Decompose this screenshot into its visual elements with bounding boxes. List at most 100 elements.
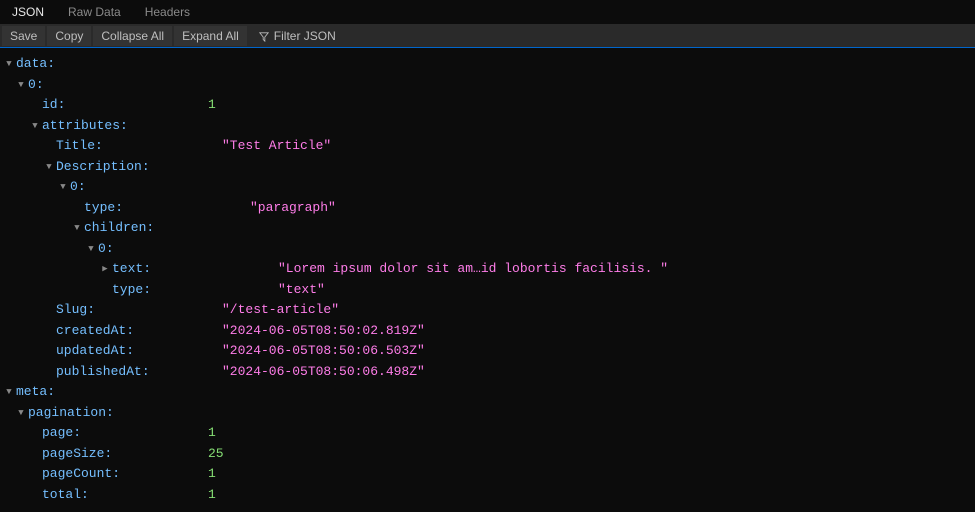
chevron-down-icon[interactable] [16,403,26,424]
json-key: pageSize [42,444,104,465]
json-value: "paragraph" [250,198,336,219]
json-key: page [42,423,73,444]
node-meta[interactable]: meta: [4,382,975,403]
json-key: createdAt [56,321,126,342]
node-child-text[interactable]: text: "Lorem ipsum dolor sit am…id lobor… [4,259,975,280]
tab-headers[interactable]: Headers [133,1,202,23]
colon: : [58,95,66,116]
json-key: Slug [56,300,87,321]
colon: : [47,382,55,403]
chevron-down-icon[interactable] [58,177,68,198]
node-description-0[interactable]: 0: [4,177,975,198]
colon: : [106,239,114,260]
json-value: 25 [208,444,224,465]
json-key: pagination [28,403,106,424]
json-value: 1 [208,423,216,444]
json-value: "/test-article" [222,300,339,321]
json-key: id [42,95,58,116]
json-key: publishedAt [56,362,142,383]
json-key: type [84,198,115,219]
colon: : [106,403,114,424]
chevron-down-icon[interactable] [30,116,40,137]
colon: : [142,157,150,178]
colon: : [142,362,150,383]
node-desc-type[interactable]: type: "paragraph" [4,198,975,219]
json-key: 0 [98,239,106,260]
colon: : [81,485,89,506]
json-key: total [42,485,81,506]
copy-button[interactable]: Copy [47,26,91,46]
json-value: 1 [208,95,216,116]
chevron-down-icon[interactable] [44,157,54,178]
tab-json[interactable]: JSON [0,1,56,23]
node-pagination[interactable]: pagination: [4,403,975,424]
filter-json-button[interactable]: Filter JSON [249,26,346,46]
colon: : [78,177,86,198]
node-id[interactable]: id: 1 [4,95,975,116]
json-tree: data: 0: id: 1 attributes: Title: "Test … [0,48,975,511]
json-key: 0 [28,75,36,96]
json-key: 0 [70,177,78,198]
json-key: Title [56,136,95,157]
chevron-down-icon[interactable] [72,218,82,239]
node-title[interactable]: Title: "Test Article" [4,136,975,157]
expand-all-button[interactable]: Expand All [174,26,247,46]
collapse-all-button[interactable]: Collapse All [93,26,172,46]
colon: : [143,280,151,301]
node-attributes[interactable]: attributes: [4,116,975,137]
filter-label: Filter JSON [274,29,336,43]
node-child-type[interactable]: type: "text" [4,280,975,301]
view-tabs: JSON Raw Data Headers [0,0,975,24]
colon: : [120,116,128,137]
json-key: attributes [42,116,120,137]
node-updatedAt[interactable]: updatedAt: "2024-06-05T08:50:06.503Z" [4,341,975,362]
node-pageCount[interactable]: pageCount: 1 [4,464,975,485]
node-data-0[interactable]: 0: [4,75,975,96]
tab-raw-data[interactable]: Raw Data [56,1,133,23]
json-value: "2024-06-05T08:50:02.819Z" [222,321,425,342]
colon: : [115,198,123,219]
chevron-down-icon[interactable] [4,382,14,403]
colon: : [73,423,81,444]
colon: : [143,259,151,280]
json-key: text [112,259,143,280]
toolbar: Save Copy Collapse All Expand All Filter… [0,24,975,48]
colon: : [36,75,44,96]
json-key: children [84,218,146,239]
node-description[interactable]: Description: [4,157,975,178]
node-children-0[interactable]: 0: [4,239,975,260]
colon: : [47,54,55,75]
node-createdAt[interactable]: createdAt: "2024-06-05T08:50:02.819Z" [4,321,975,342]
colon: : [126,321,134,342]
colon: : [112,464,120,485]
json-key: updatedAt [56,341,126,362]
json-key: data [16,54,47,75]
filter-icon [259,31,269,41]
colon: : [87,300,95,321]
json-value: "text" [278,280,325,301]
save-button[interactable]: Save [2,26,45,46]
colon: : [104,444,112,465]
node-data[interactable]: data: [4,54,975,75]
node-pageSize[interactable]: pageSize: 25 [4,444,975,465]
node-publishedAt[interactable]: publishedAt: "2024-06-05T08:50:06.498Z" [4,362,975,383]
json-value: "Lorem ipsum dolor sit am…id lobortis fa… [278,259,668,280]
node-slug[interactable]: Slug: "/test-article" [4,300,975,321]
json-key: Description [56,157,142,178]
chevron-down-icon[interactable] [4,54,14,75]
json-value: 1 [208,485,216,506]
node-total[interactable]: total: 1 [4,485,975,506]
chevron-down-icon[interactable] [16,75,26,96]
colon: : [95,136,103,157]
json-value: "2024-06-05T08:50:06.503Z" [222,341,425,362]
json-key: type [112,280,143,301]
json-key: pageCount [42,464,112,485]
chevron-right-icon[interactable] [100,259,110,280]
node-page[interactable]: page: 1 [4,423,975,444]
json-value: "2024-06-05T08:50:06.498Z" [222,362,425,383]
colon: : [146,218,154,239]
node-children[interactable]: children: [4,218,975,239]
json-key: meta [16,382,47,403]
chevron-down-icon[interactable] [86,239,96,260]
json-value: 1 [208,464,216,485]
